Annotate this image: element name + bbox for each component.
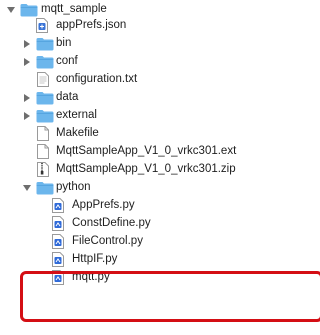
- tree-row-python-file[interactable]: HttpIF.py: [0, 250, 320, 269]
- python-file-icon: [52, 252, 64, 267]
- disclosure-down-icon[interactable]: [20, 178, 34, 197]
- python-file-icon: [52, 270, 64, 285]
- folder-icon: [36, 36, 54, 51]
- text-file-icon: [37, 72, 49, 87]
- tree-row-makefile[interactable]: Makefile: [0, 124, 320, 143]
- folder-icon: [36, 54, 54, 69]
- tree-row-label: conf: [56, 55, 78, 67]
- finder-list-view: { "tree": { "root": {"name": "mqtt_sampl…: [0, 0, 320, 335]
- disclosure-right-icon[interactable]: [20, 52, 34, 71]
- tree-row-label: Makefile: [56, 127, 99, 139]
- document-icon: [37, 144, 49, 159]
- folder-icon: [36, 90, 54, 105]
- python-file-icon: [52, 216, 64, 231]
- document-icon: [37, 126, 49, 141]
- tree-row-label: AppPrefs.py: [72, 199, 135, 211]
- tree-row-python[interactable]: python: [0, 178, 320, 197]
- python-file-icon: [52, 198, 64, 213]
- tree-row-external[interactable]: external: [0, 106, 320, 125]
- tree-row-configuration-txt[interactable]: configuration.txt: [0, 70, 320, 89]
- tree-row-data[interactable]: data: [0, 88, 320, 107]
- tree-row-conf[interactable]: conf: [0, 52, 320, 71]
- folder-icon: [20, 2, 38, 17]
- tree-row-label: MqttSampleApp_V1_0_vrkc301.ext: [56, 145, 237, 157]
- disclosure-right-icon[interactable]: [20, 88, 34, 107]
- folder-icon: [36, 180, 54, 195]
- tree-row-appprefs-json[interactable]: appPrefs.json: [0, 16, 320, 35]
- disclosure-right-icon[interactable]: [20, 106, 34, 125]
- tree-row-label: appPrefs.json: [56, 19, 127, 31]
- tree-row-bin[interactable]: bin: [0, 34, 320, 53]
- tree-row-label: python: [56, 181, 91, 193]
- json-file-icon: [36, 18, 48, 33]
- tree-row-label: bin: [56, 37, 72, 49]
- tree-row-python-file[interactable]: AppPrefs.py: [0, 196, 320, 215]
- tree-row-label: external: [56, 109, 97, 121]
- disclosure-right-icon[interactable]: [20, 34, 34, 53]
- tree-row-python-file[interactable]: [0, 230, 320, 249]
- zip-file-icon: [37, 162, 49, 177]
- tree-row-app-zip[interactable]: MqttSampleApp_V1_0_vrkc301.zip: [0, 160, 320, 179]
- tree-row-label: mqtt.py: [72, 271, 110, 283]
- folder-icon: [36, 108, 54, 123]
- tree-row-label: MqttSampleApp_V1_0_vrkc301.zip: [56, 163, 236, 175]
- tree-row-app-ext[interactable]: MqttSampleApp_V1_0_vrkc301.ext: [0, 142, 320, 161]
- tree-row-label: configuration.txt: [56, 73, 138, 85]
- tree-row-label: data: [56, 91, 79, 103]
- tree-row-python-file[interactable]: mqtt.py: [0, 268, 320, 287]
- tree-row-label: HttpIF.py: [72, 253, 118, 265]
